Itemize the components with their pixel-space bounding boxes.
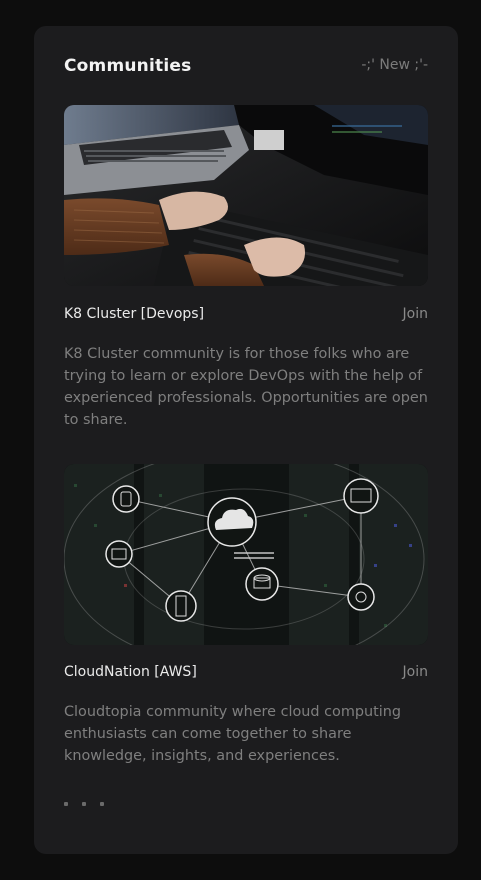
- card-header: Communities -;' New ;'-: [64, 56, 428, 80]
- dot: [100, 802, 104, 806]
- community-row: CloudNation [AWS] Join: [64, 664, 428, 686]
- join-button[interactable]: Join: [403, 664, 428, 680]
- dot: [82, 802, 86, 806]
- join-button[interactable]: Join: [403, 306, 428, 322]
- community-name[interactable]: CloudNation [AWS]: [64, 664, 197, 680]
- dot: [64, 802, 68, 806]
- community-image-cloud: [64, 464, 428, 645]
- community-name[interactable]: K8 Cluster [Devops]: [64, 306, 204, 322]
- new-community-button[interactable]: -;' New ;'-: [361, 57, 428, 73]
- three-dots-icon[interactable]: [64, 802, 104, 812]
- community-item[interactable]: K8 Cluster [Devops] Join K8 Cluster comm…: [64, 105, 428, 435]
- communities-card: Communities -;' New ;'- K8 Cluster [Devo…: [34, 26, 458, 854]
- community-row: K8 Cluster [Devops] Join: [64, 306, 428, 328]
- cloud-network-illustration: [64, 464, 428, 645]
- community-item[interactable]: CloudNation [AWS] Join Cloudtopia commun…: [64, 464, 428, 784]
- community-description: Cloudtopia community where cloud computi…: [64, 704, 402, 764]
- laptop-keyboard-photo: [64, 105, 428, 286]
- community-image-laptop: [64, 105, 428, 286]
- card-title: Communities: [64, 56, 192, 76]
- community-description: K8 Cluster community is for those folks …: [64, 346, 428, 428]
